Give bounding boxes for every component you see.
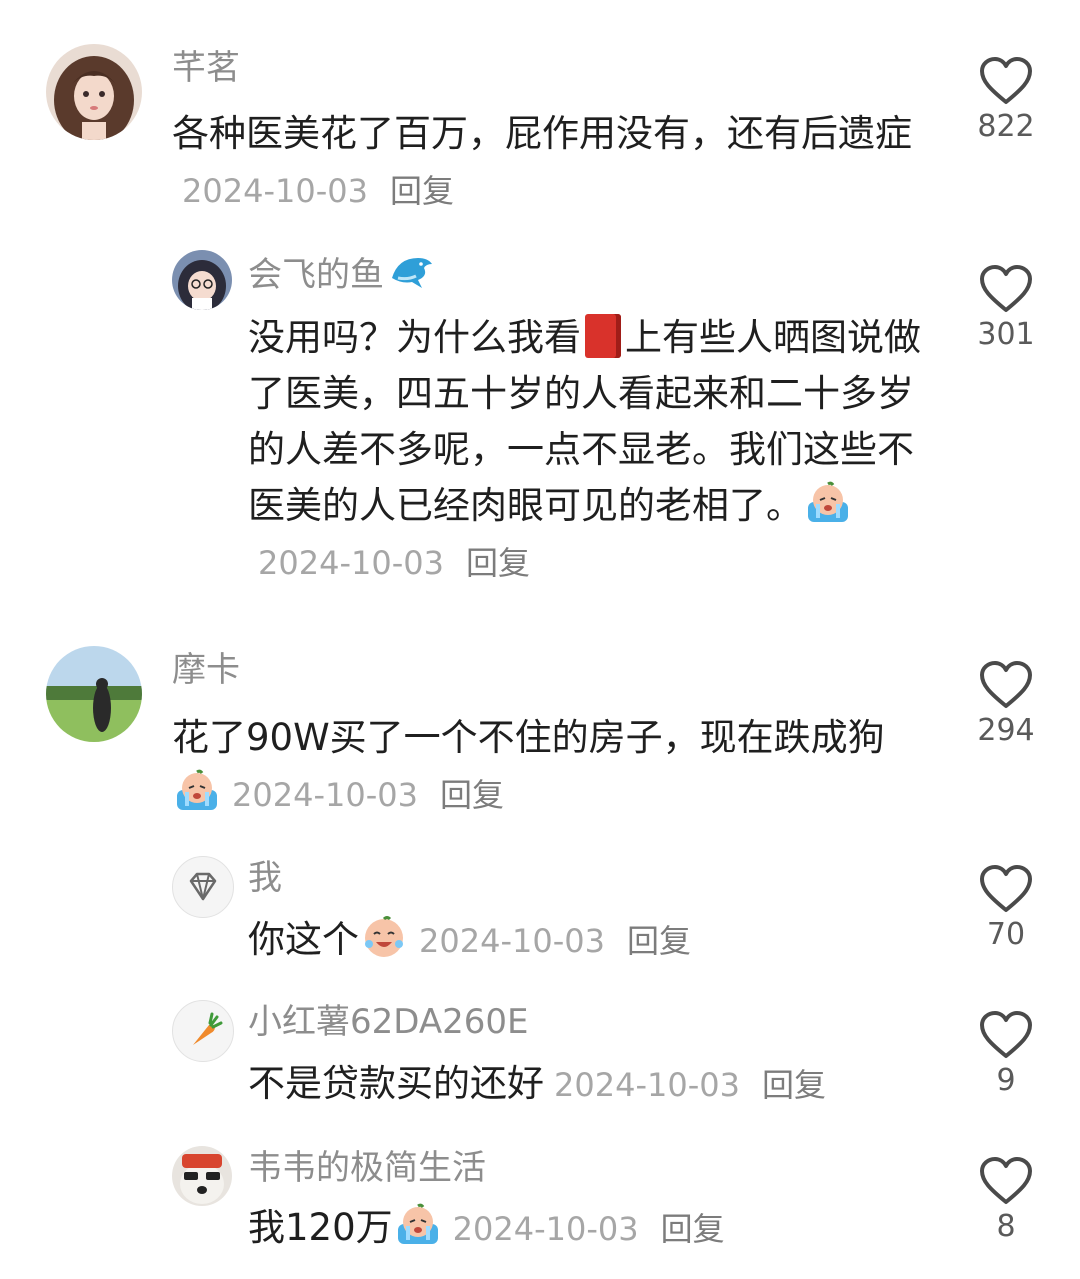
- comment-text: 没用吗？为什么我看 上有些人晒图说做了医美，四五十岁的人看起来和二十多岁的人差不多…: [248, 310, 928, 591]
- heart-icon: [980, 865, 1032, 912]
- dolphin-icon: [388, 252, 434, 292]
- like-button[interactable]: 822: [966, 56, 1046, 146]
- like-button[interactable]: 9: [966, 1010, 1046, 1100]
- comment-text: 我120万 2024-10-03 回复: [248, 1200, 928, 1257]
- like-count: 9: [996, 1063, 1016, 1098]
- comment-date: 2024-10-03: [182, 172, 368, 210]
- comment-date: 2024-10-03: [232, 776, 418, 814]
- like-button[interactable]: 70: [966, 864, 1046, 954]
- comment-body: 不是贷款买的还好: [248, 1062, 544, 1105]
- heart-icon: [980, 661, 1032, 708]
- username[interactable]: 小红薯62DA260E: [248, 1000, 528, 1044]
- heart-icon: [980, 1157, 1032, 1204]
- carrot-icon[interactable]: [172, 1000, 234, 1062]
- woman-portrait-avatar[interactable]: [46, 44, 142, 140]
- heart-icon: [980, 57, 1032, 104]
- reply-button[interactable]: 回复: [762, 1066, 826, 1104]
- comment-text: 你这个 2024-10-03 回复: [248, 912, 928, 969]
- diamond-icon[interactable]: [172, 856, 234, 918]
- like-count: 8: [996, 1209, 1016, 1244]
- laughing-crying-emoji: [361, 914, 407, 960]
- comment-text: 各种医美花了百万，屁作用没有，还有后遗症 2024-10-03 回复: [172, 106, 912, 219]
- comment-date: 2024-10-03: [419, 922, 605, 960]
- like-button[interactable]: 294: [966, 660, 1046, 750]
- field-photo-avatar[interactable]: [46, 646, 142, 742]
- like-count: 822: [977, 109, 1035, 144]
- like-button[interactable]: 8: [966, 1156, 1046, 1246]
- username[interactable]: 我: [248, 856, 282, 900]
- reply-button[interactable]: 回复: [661, 1210, 725, 1248]
- reply-button[interactable]: 回复: [390, 172, 454, 210]
- comment-text: 不是贷款买的还好 2024-10-03 回复: [248, 1056, 928, 1113]
- comment-date: 2024-10-03: [258, 544, 444, 582]
- crying-face-emoji: [174, 768, 220, 814]
- comment-body: 各种医美花了百万，屁作用没有，还有后遗症: [172, 112, 912, 155]
- crying-face-emoji: [395, 1202, 441, 1248]
- like-count: 70: [986, 917, 1026, 952]
- like-count: 301: [977, 317, 1035, 352]
- username[interactable]: 摩卡: [172, 648, 240, 692]
- heart-icon: [980, 265, 1032, 312]
- username[interactable]: 会飞的鱼: [248, 252, 434, 297]
- comment-body: 花了90W买了一个不住的房子，现在跌成狗: [172, 716, 885, 759]
- username[interactable]: 芊茗: [172, 46, 240, 90]
- comment-body-part-1: 没用吗？为什么我看: [248, 316, 581, 359]
- crying-face-emoji: [805, 480, 851, 526]
- heart-icon: [980, 1011, 1032, 1058]
- reply-button[interactable]: 回复: [440, 776, 504, 814]
- reply-button[interactable]: 回复: [627, 922, 691, 960]
- reply-button[interactable]: 回复: [466, 544, 530, 582]
- comment-body: 我120万: [248, 1206, 393, 1249]
- cartoon-girl-avatar[interactable]: [172, 250, 232, 310]
- like-count: 294: [977, 713, 1035, 748]
- comment-text: 花了90W买了一个不住的房子，现在跌成狗 2024-10-03 回复: [172, 710, 912, 823]
- comment-body: 你这个: [248, 918, 359, 961]
- comments-page: 芊茗 各种医美花了百万，屁作用没有，还有后遗症2024-10-03 回复 822 …: [0, 0, 1080, 1279]
- username[interactable]: 韦韦的极简生活: [248, 1146, 486, 1190]
- like-button[interactable]: 301: [966, 264, 1046, 354]
- comment-date: 2024-10-03: [554, 1066, 740, 1104]
- username-text: 会飞的鱼: [248, 255, 384, 295]
- dog-with-glasses-avatar[interactable]: [172, 1146, 232, 1206]
- comment-date: 2024-10-03: [452, 1210, 639, 1248]
- red-book-icon: [585, 314, 621, 358]
